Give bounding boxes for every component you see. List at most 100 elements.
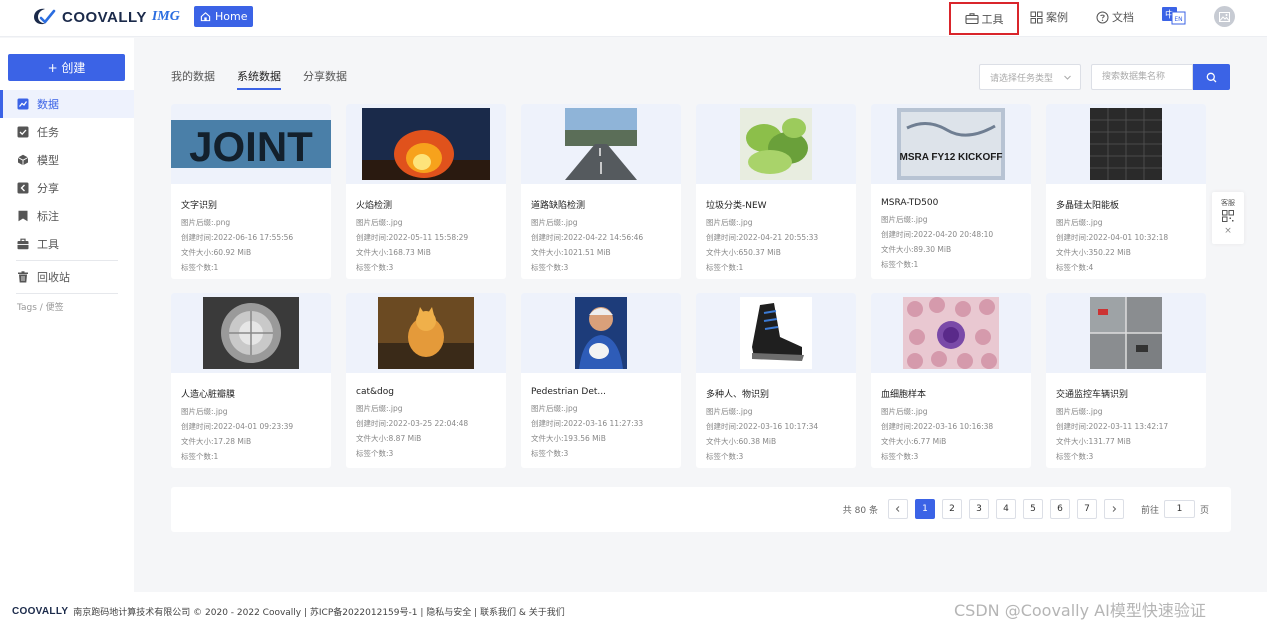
thumbnail-image: JOINT [171,120,331,168]
dataset-created-label: 创建时间: [531,233,564,242]
dataset-size: 文件大小:8.87 MiB [356,431,506,446]
page-button-6[interactable]: 6 [1049,499,1070,519]
home-label: Home [215,10,248,23]
dataset-card[interactable]: 人造心脏瓣膜 图片后缀:.jpg 创建时间:2022-04-01 09:23:39 文… [171,293,331,468]
page-button-7[interactable]: 7 [1076,499,1097,519]
dataset-thumbnail: MSRA FY12 KICKOFF [871,104,1031,184]
dataset-size-label: 文件大小: [881,437,914,446]
sidebar-item-share[interactable]: 分享 [0,174,134,202]
sidebar-divider [16,260,118,261]
tags-label[interactable]: Tags / 便签 [0,300,134,313]
dataset-created-value: 2022-03-16 10:16:38 [913,422,994,431]
app-logo[interactable]: COOVALLY IMG [32,7,180,27]
search-button[interactable] [1193,64,1230,90]
chevron-down-icon [1064,75,1071,80]
dataset-ext-label: 图片后缀: [706,218,739,227]
create-button[interactable]: + 创建 [8,54,125,81]
dataset-size-value: 17.28 MiB [213,437,252,446]
dataset-ext: 图片后缀:.jpg [881,212,1031,227]
nav-docs[interactable]: 文档 [1096,9,1134,25]
thumbnail-image: MSRA FY12 KICKOFF [897,108,1005,180]
dataset-created-value: 2022-04-01 10:32:18 [1088,233,1169,242]
customer-service-panel[interactable]: 客服 × [1212,192,1244,244]
check-icon [17,126,29,138]
nav-tools[interactable]: 工具 [949,2,1019,35]
dataset-ext-value: .jpg [1088,218,1103,227]
dataset-label-count-label: 标签个数: [181,452,214,461]
dataset-card[interactable]: JOINT 文字识别 图片后缀:.png 创建时间:2022-06-16 17:55:… [171,104,331,279]
dataset-card[interactable]: cat&dog 图片后缀:.jpg 创建时间:2022-03-25 22:04:48… [346,293,506,468]
dataset-created: 创建时间:2022-04-22 14:56:46 [531,230,681,245]
dataset-size-label: 文件大小: [356,248,389,257]
dataset-thumbnail [521,104,681,184]
dataset-title: Pedestrian Det... [531,387,606,397]
page-button-4[interactable]: 4 [995,499,1016,519]
dataset-label-count: 标签个数:4 [1056,260,1206,275]
sidebar-item-label: 模型 [37,154,59,167]
dataset-created-label: 创建时间: [531,419,564,428]
tab-shared-data[interactable]: 分享数据 [303,68,347,88]
goto-page-input[interactable] [1163,500,1195,518]
dataset-thumbnail [346,293,506,373]
footer-copyright[interactable]: 南京跑码地计算技术有限公司 © 2020 - 2022 Coovally | 苏… [73,605,564,618]
language-switch-icon[interactable]: 中 EN [1162,7,1186,25]
dataset-card[interactable]: Pedestrian Det... 图片后缀:.jpg 创建时间:2022-03-1… [521,293,681,468]
dataset-card[interactable]: MSRA FY12 KICKOFF MSRA-TD500 图片后缀:.jpg 创建时间… [871,104,1031,279]
tab-system-data[interactable]: 系统数据 [237,68,281,90]
dataset-card[interactable]: 多种人、物识别 图片后缀:.jpg 创建时间:2022-03-16 10:17:34… [696,293,856,468]
dataset-label-count: 标签个数:3 [1056,449,1206,464]
total-count: 共 80 条 [842,505,878,516]
page-button-1[interactable]: 1 [914,499,935,519]
nav-cases[interactable]: 案例 [1030,9,1068,25]
home-button[interactable]: Home [194,6,254,27]
dataset-created-label: 创建时间: [356,419,389,428]
sidebar-item-tasks[interactable]: 任务 [0,118,134,146]
prev-page-button[interactable] [887,499,908,519]
dataset-ext-label: 图片后缀: [706,407,739,416]
footer: COOVALLY 南京跑码地计算技术有限公司 © 2020 - 2022 Coo… [0,592,1267,624]
dataset-thumbnail [171,293,331,373]
sidebar-item-trash[interactable]: 回收站 [0,263,134,291]
dataset-card[interactable]: 多晶硅太阳能板 图片后缀:.jpg 创建时间:2022-04-01 10:32:18… [1046,104,1206,279]
sidebar-item-annotate[interactable]: 标注 [0,202,134,230]
dataset-size: 文件大小:60.38 MiB [706,434,856,449]
task-type-select[interactable]: 请选择任务类型 [979,64,1081,90]
sidebar-item-data[interactable]: 数据 [0,90,134,118]
next-page-button[interactable] [1103,499,1124,519]
page-button-5[interactable]: 5 [1022,499,1043,519]
search-input[interactable] [1091,64,1193,90]
dataset-card[interactable]: 火焰检测 图片后缀:.jpg 创建时间:2022-05-11 15:58:29 文件大… [346,104,506,279]
dataset-card[interactable]: 垃圾分类-NEW 图片后缀:.jpg 创建时间:2022-04-21 20:55:3… [696,104,856,279]
dataset-created-value: 2022-06-16 17:55:56 [213,233,294,242]
logo-suffix: IMG [151,9,180,24]
sidebar-item-models[interactable]: 模型 [0,146,134,174]
sidebar-item-tools[interactable]: 工具 [0,230,134,258]
dataset-card[interactable]: 血细胞样本 图片后缀:.jpg 创建时间:2022-03-16 10:16:38 文件… [871,293,1031,468]
dataset-size-value: 1021.51 MiB [563,248,611,257]
watermark: CSDN @Coovally AI模型快速验证 [954,601,1206,620]
dataset-size-value: 650.37 MiB [738,248,781,257]
dataset-card[interactable]: 道路缺陷检测 图片后缀:.jpg 创建时间:2022-04-22 14:56:46 文… [521,104,681,279]
thumbnail-image [565,108,637,180]
avatar[interactable] [1214,6,1235,27]
dataset-label-count-value: 3 [563,449,569,458]
dataset-card[interactable]: 交通监控车辆识别 图片后缀:.jpg 创建时间:2022-03-11 13:42:1… [1046,293,1206,468]
dataset-size: 文件大小:131.77 MiB [1056,434,1206,449]
dataset-created-value: 2022-04-20 20:48:10 [913,230,994,239]
page-button-2[interactable]: 2 [941,499,962,519]
task-type-placeholder: 请选择任务类型 [990,73,1054,84]
close-icon[interactable]: × [1224,226,1232,236]
chart-icon [17,98,29,110]
dataset-size-value: 6.77 MiB [913,437,947,446]
dataset-label-count: 标签个数:3 [531,446,681,461]
dataset-created: 创建时间:2022-04-01 10:32:18 [1056,230,1206,245]
dataset-created-label: 创建时间: [706,233,739,242]
goto-label: 前往 [1140,505,1159,516]
dataset-label-count-value: 4 [1088,263,1094,272]
thumbnail-image [362,108,490,180]
tab-my-data[interactable]: 我的数据 [171,68,215,88]
toolbox-icon [17,238,29,250]
dataset-size-label: 文件大小: [881,245,914,254]
page-button-3[interactable]: 3 [968,499,989,519]
dataset-label-count-value: 3 [388,263,394,272]
